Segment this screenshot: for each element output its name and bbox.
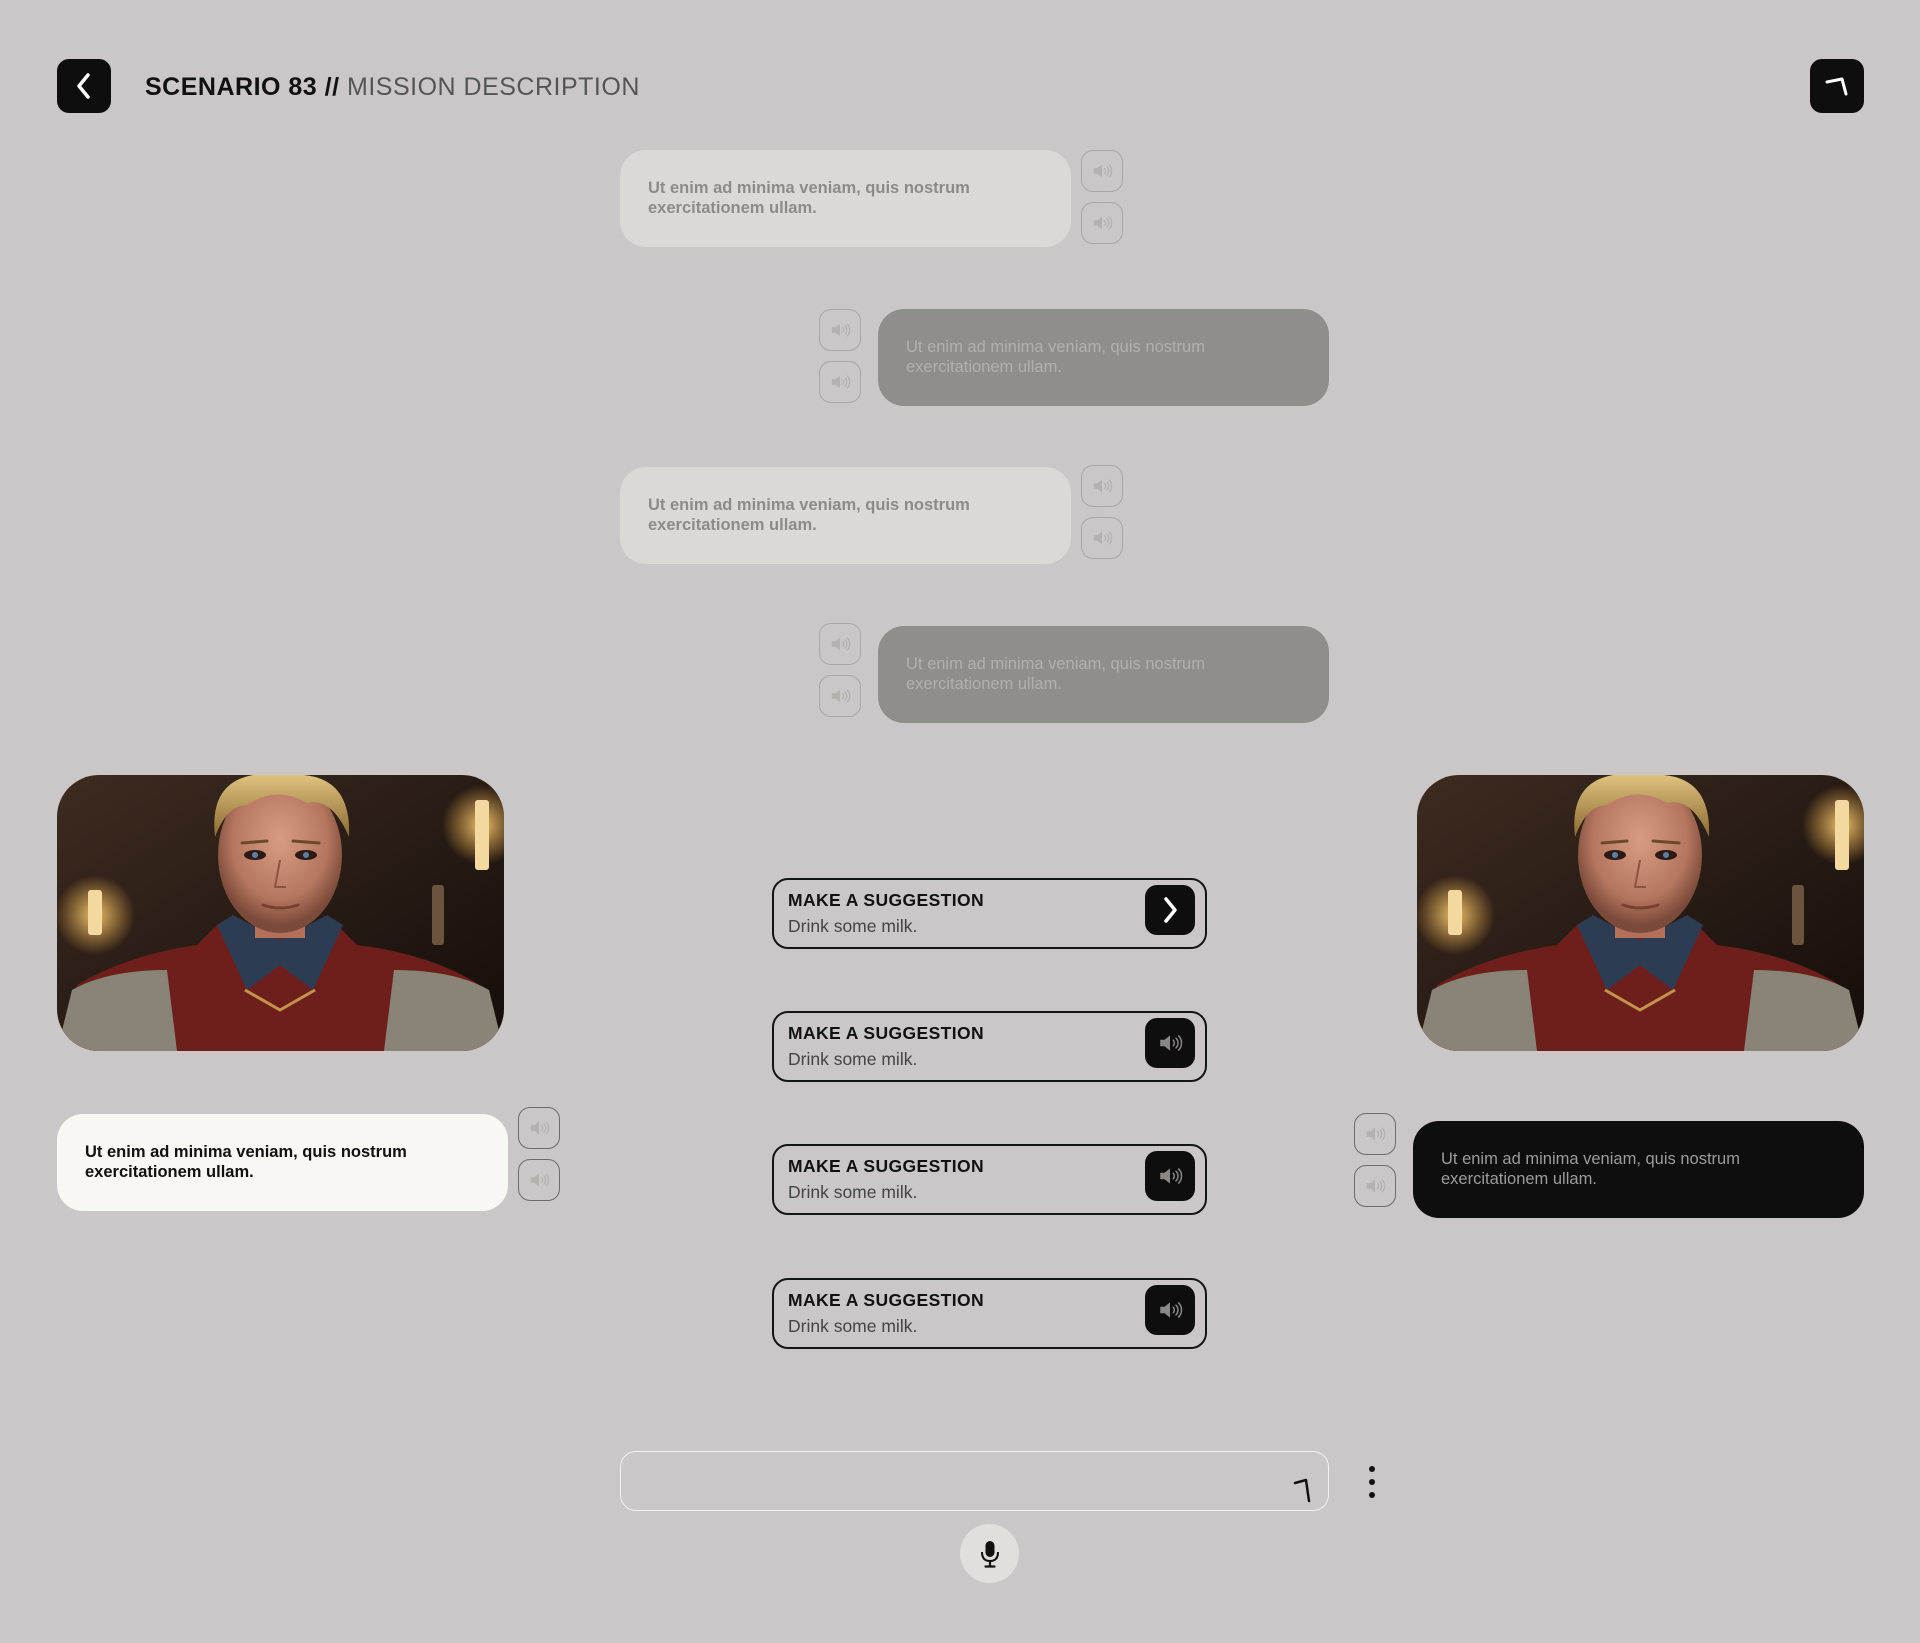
suggestion-card[interactable]: MAKE A SUGGESTION Drink some milk. bbox=[772, 1144, 1207, 1215]
speaker-icon bbox=[1364, 1123, 1386, 1145]
dialogue-message: Ut enim ad minima veniam, quis nostrum e… bbox=[620, 467, 1071, 564]
corner-arrow-icon bbox=[1825, 77, 1848, 96]
suggestion-card[interactable]: MAKE A SUGGESTION Drink some milk. bbox=[772, 878, 1207, 949]
left-character-portrait bbox=[57, 775, 504, 1051]
play-audio-button[interactable] bbox=[518, 1107, 560, 1149]
play-audio-button[interactable] bbox=[1081, 150, 1123, 192]
suggestion-heading: MAKE A SUGGESTION bbox=[788, 1023, 985, 1043]
play-audio-button[interactable] bbox=[1081, 202, 1123, 244]
speaker-icon bbox=[1091, 212, 1113, 234]
play-audio-button[interactable] bbox=[819, 623, 861, 665]
speaker-icon bbox=[1157, 1297, 1183, 1323]
speaker-icon bbox=[829, 633, 851, 655]
dialogue-message: Ut enim ad minima veniam, quis nostrum e… bbox=[878, 309, 1329, 406]
play-audio-button[interactable] bbox=[1081, 465, 1123, 507]
submit-suggestion-button[interactable] bbox=[1145, 885, 1195, 935]
mission-description-label: MISSION DESCRIPTION bbox=[347, 73, 640, 101]
microphone-button[interactable] bbox=[960, 1524, 1019, 1583]
play-audio-button[interactable] bbox=[1145, 1018, 1195, 1068]
speaker-icon bbox=[528, 1117, 550, 1139]
play-audio-button[interactable] bbox=[1354, 1113, 1396, 1155]
more-vertical-icon bbox=[1369, 1466, 1375, 1472]
more-options-button[interactable] bbox=[1360, 1464, 1384, 1500]
suggestion-heading: MAKE A SUGGESTION bbox=[788, 1156, 985, 1176]
suggestion-text: Drink some milk. bbox=[788, 1049, 918, 1069]
speaker-icon bbox=[1157, 1163, 1183, 1189]
message-input[interactable] bbox=[620, 1451, 1329, 1511]
speaker-icon bbox=[1157, 1030, 1183, 1056]
corner-arrow-icon bbox=[1293, 1478, 1311, 1503]
speaker-icon bbox=[829, 685, 851, 707]
play-audio-button[interactable] bbox=[819, 309, 861, 351]
suggestion-text: Drink some milk. bbox=[788, 1182, 918, 1202]
speaker-icon bbox=[829, 319, 851, 341]
left-character-message: Ut enim ad minima veniam, quis nostrum e… bbox=[57, 1114, 508, 1211]
send-button[interactable] bbox=[1292, 1478, 1314, 1504]
suggestion-card[interactable]: MAKE A SUGGESTION Drink some milk. bbox=[772, 1278, 1207, 1349]
speaker-icon bbox=[1091, 527, 1113, 549]
character-portrait bbox=[57, 775, 504, 1051]
speaker-icon bbox=[1091, 160, 1113, 182]
dialogue-message: Ut enim ad minima veniam, quis nostrum e… bbox=[878, 626, 1329, 723]
speaker-icon bbox=[829, 371, 851, 393]
play-audio-button[interactable] bbox=[1145, 1285, 1195, 1335]
speaker-icon bbox=[1091, 475, 1113, 497]
play-audio-button[interactable] bbox=[1081, 517, 1123, 559]
character-portrait bbox=[1417, 775, 1864, 1051]
suggestion-heading: MAKE A SUGGESTION bbox=[788, 890, 985, 910]
play-audio-button[interactable] bbox=[1145, 1151, 1195, 1201]
suggestion-text: Drink some milk. bbox=[788, 1316, 918, 1336]
play-audio-button[interactable] bbox=[819, 361, 861, 403]
right-character-message: Ut enim ad minima veniam, quis nostrum e… bbox=[1413, 1121, 1864, 1218]
chevron-left-icon bbox=[77, 73, 90, 99]
right-character-portrait bbox=[1417, 775, 1864, 1051]
back-button[interactable] bbox=[57, 59, 111, 113]
speaker-icon bbox=[528, 1169, 550, 1191]
play-audio-button[interactable] bbox=[1354, 1165, 1396, 1207]
play-audio-button[interactable] bbox=[518, 1159, 560, 1201]
suggestion-heading: MAKE A SUGGESTION bbox=[788, 1290, 985, 1310]
dialogue-message: Ut enim ad minima veniam, quis nostrum e… bbox=[620, 150, 1071, 247]
suggestion-text: Drink some milk. bbox=[788, 916, 918, 936]
play-audio-button[interactable] bbox=[819, 675, 861, 717]
corner-arrow-button[interactable] bbox=[1810, 59, 1864, 113]
speaker-icon bbox=[1364, 1175, 1386, 1197]
scenario-label: SCENARIO 83 // bbox=[145, 73, 340, 101]
chevron-right-icon bbox=[1164, 897, 1177, 923]
suggestion-card[interactable]: MAKE A SUGGESTION Drink some milk. bbox=[772, 1011, 1207, 1082]
page-title: SCENARIO 83 // MISSION DESCRIPTION bbox=[145, 70, 640, 104]
microphone-icon bbox=[980, 1540, 999, 1568]
